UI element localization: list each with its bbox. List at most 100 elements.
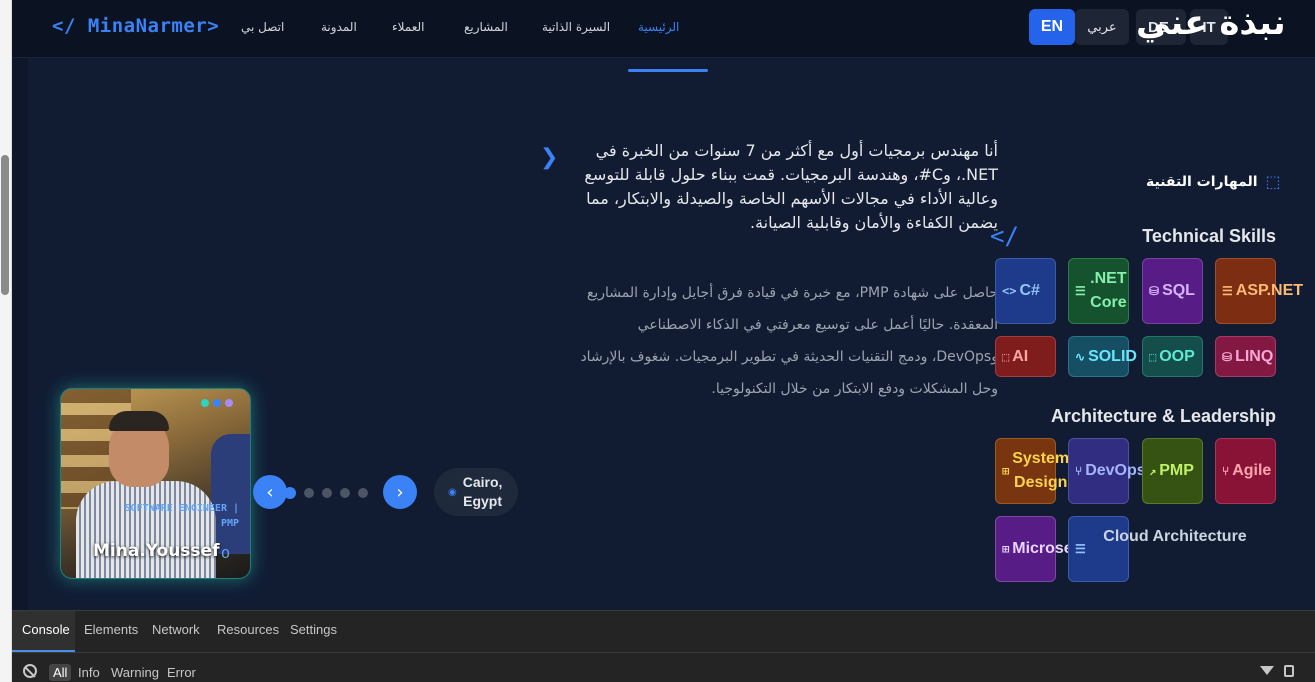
chip-icon: ⬚ xyxy=(1002,349,1010,364)
profile-role-line1: SOFTWARE ENGINEER | xyxy=(124,503,239,514)
chip-icon: ⬚ xyxy=(1149,349,1157,364)
devtools-tab-console[interactable]: Console xyxy=(22,622,70,637)
skill-label: Cloud Architecture xyxy=(1103,528,1247,545)
profile-photo-hair xyxy=(109,411,169,431)
nav-blog[interactable]: المدونة xyxy=(321,20,357,34)
database-icon: ⛁ xyxy=(1149,284,1160,298)
lang-en-button[interactable]: EN xyxy=(1029,9,1075,45)
profile-role: SOFTWARE ENGINEER | PMP xyxy=(61,501,239,531)
bio-paragraph: أنا مهندس برمجيات أول مع أكثر من 7 سنوات… xyxy=(584,141,998,232)
nav-contact[interactable]: اتصل بي xyxy=(241,20,284,34)
devtools-tab-settings[interactable]: Settings xyxy=(290,622,337,637)
skill-tile[interactable]: ⊞ Microservices xyxy=(995,516,1119,582)
skill-tile[interactable]: ⬚ AI xyxy=(995,336,1056,377)
skill-label: .NET Core xyxy=(1090,270,1127,311)
lang-ar-button[interactable]: عربي xyxy=(1075,9,1129,45)
scrollbar-thumb[interactable] xyxy=(1,155,9,295)
skill-tile[interactable]: ⑂ DevOps xyxy=(1068,438,1146,504)
database-icon: ⛁ xyxy=(1222,349,1233,364)
skill-label: ASP.NET xyxy=(1235,282,1304,299)
skill-label: SQL xyxy=(1162,282,1195,299)
skill-tile[interactable]: ⑂ Agile xyxy=(1215,438,1276,504)
skills-heading: المهارات التقنية ⬚ xyxy=(1146,172,1281,191)
skills-heading-text: المهارات التقنية xyxy=(1146,173,1258,190)
chevron-left-icon: ‹ xyxy=(266,481,274,503)
profile-role-line2: PMP xyxy=(220,518,239,529)
code-icon: <> xyxy=(1002,284,1017,298)
activity-icon: ∿ xyxy=(1075,349,1086,364)
skill-label: OOP xyxy=(1159,347,1195,365)
server-icon: ☰ xyxy=(1222,284,1233,298)
skill-tile[interactable]: ∿ SOLID xyxy=(1068,336,1137,377)
server-icon: ☰ xyxy=(1075,542,1086,556)
skill-label: DevOps xyxy=(1085,462,1146,479)
skill-label: PMP xyxy=(1159,462,1194,479)
skill-tile[interactable]: ⬚ OOP xyxy=(1142,336,1203,377)
top-navbar: </ MinaNarmer> الرئيسية السيرة الذاتية ا… xyxy=(12,0,1315,58)
devtools-tab-network[interactable]: Network xyxy=(152,622,200,637)
skill-label: LINQ xyxy=(1235,347,1274,365)
devtools-tab-resources[interactable]: Resources xyxy=(217,622,279,637)
chevron-right-icon: › xyxy=(396,481,404,503)
skill-tile[interactable]: ☰ ASP.NET xyxy=(1215,258,1303,324)
slider-dot[interactable] xyxy=(358,488,368,498)
nav-home[interactable]: الرئيسية xyxy=(638,20,679,34)
window-dots-icon xyxy=(201,399,233,407)
filter-funnel-icon[interactable] xyxy=(1260,666,1274,675)
location-city: Cairo, xyxy=(462,474,503,490)
about-me-title: نبذة عني xyxy=(1136,3,1286,43)
skill-tile[interactable]: ⛁ LINQ xyxy=(1215,336,1276,377)
skill-label: SOLID xyxy=(1088,347,1137,365)
bio-secondary-paragraph: حاصل على شهادة PMP، مع خبرة في قيادة فرق… xyxy=(580,285,998,397)
grid-icon: ⊞ xyxy=(1002,542,1010,556)
location-badge: ◉ Cairo, Egypt xyxy=(434,468,518,516)
copy-icon[interactable] xyxy=(1284,665,1294,677)
filter-all[interactable]: All xyxy=(49,664,72,681)
clear-console-icon[interactable] xyxy=(23,664,37,678)
slider-dot[interactable] xyxy=(340,488,350,498)
window-scrollbar[interactable] xyxy=(0,0,12,682)
skill-tile[interactable]: ☰ .NET Core xyxy=(1068,258,1129,324)
filter-error[interactable]: Error xyxy=(167,665,196,680)
devtools-panel: Console Elements Network Resources Setti… xyxy=(12,610,1315,682)
profile-card: SOFTWARE ENGINEER | PMP Mina.Youssef ₀ xyxy=(60,388,251,579)
skill-tile[interactable]: ⊞ System Design xyxy=(995,438,1069,504)
slider-dot[interactable] xyxy=(284,487,296,499)
branch-icon: ⑂ xyxy=(1075,464,1083,478)
nav-resume[interactable]: السيرة الذاتية xyxy=(542,20,610,34)
chip-icon: ⬚ xyxy=(1265,172,1281,191)
filter-info[interactable]: Info xyxy=(78,665,100,680)
site-logo[interactable]: </ MinaNarmer> xyxy=(52,15,219,37)
chevron-right-icon: ❯ xyxy=(540,145,559,170)
devtools-tab-elements[interactable]: Elements xyxy=(84,622,138,637)
server-icon: ☰ xyxy=(1075,284,1086,298)
nav-active-indicator xyxy=(628,69,708,72)
map-pin-icon: ◉ xyxy=(448,486,457,498)
technical-skills-title: Technical Skills xyxy=(1142,226,1276,246)
slider-prev-button[interactable]: ‹ xyxy=(253,475,287,509)
leadership-skills-title: Architecture & Leadership xyxy=(1050,406,1276,426)
skill-label: System Design xyxy=(1012,450,1070,491)
portfolio-page: </ MinaNarmer> الرئيسية السيرة الذاتية ا… xyxy=(12,0,1315,682)
profile-photo-chair xyxy=(211,434,250,554)
devtools-divider xyxy=(12,652,1315,653)
branch-icon: ⑂ xyxy=(1222,464,1230,478)
skill-tile[interactable]: ↗ PMP xyxy=(1142,438,1203,504)
slider-pagination xyxy=(284,487,368,499)
profile-name: Mina.Youssef xyxy=(93,541,220,561)
typing-cursor-icon: ₀ xyxy=(221,539,230,564)
skill-tile[interactable]: <> C# xyxy=(995,258,1056,324)
slider-dot[interactable] xyxy=(304,488,314,498)
skill-label: C# xyxy=(1019,282,1040,299)
nav-clients[interactable]: العملاء xyxy=(392,20,425,34)
nav-projects[interactable]: المشاريع xyxy=(464,20,508,34)
chart-icon: ↗ xyxy=(1149,464,1157,478)
grid-icon: ⊞ xyxy=(1002,464,1010,478)
location-country: Egypt xyxy=(463,493,503,509)
slider-dot[interactable] xyxy=(322,488,332,498)
filter-warning[interactable]: Warning xyxy=(111,665,159,680)
slider-next-button[interactable]: › xyxy=(383,475,417,509)
location-text: Cairo, Egypt xyxy=(463,473,503,511)
skill-label: AI xyxy=(1012,347,1029,365)
skill-tile[interactable]: ⛁ SQL xyxy=(1142,258,1203,324)
